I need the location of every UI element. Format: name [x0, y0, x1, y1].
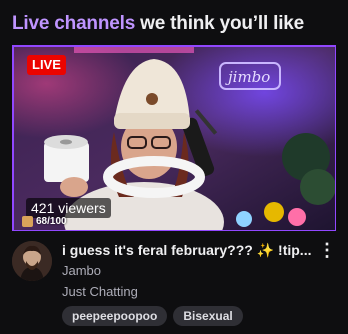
stream-category[interactable]: Just Chatting [62, 284, 138, 299]
stream-tags: peepeepoopoo Bisexual [62, 306, 243, 326]
svg-text:jimbo: jimbo [225, 68, 270, 86]
stream-title[interactable]: i guess it's feral february??? ✨ !tip... [62, 241, 314, 259]
recommended-channels-section: Live channels we think you’ll like jimbo… [0, 0, 348, 334]
tag-pill[interactable]: Bisexual [173, 306, 243, 326]
live-badge: LIVE [27, 55, 66, 75]
section-heading-rest: we think you’ll like [135, 13, 305, 34]
channel-avatar[interactable] [12, 241, 52, 281]
overlay-goal-text: 68/100 [36, 216, 67, 227]
viewer-count: 421 viewers [26, 198, 111, 218]
section-heading: Live channels we think you’ll like [12, 13, 304, 35]
tag-pill[interactable]: peepeepoopoo [62, 306, 168, 326]
overlay-goal-icon [22, 216, 33, 227]
channel-name[interactable]: Jambo [62, 263, 101, 278]
section-heading-link[interactable]: Live channels [12, 13, 135, 34]
vertical-ellipsis-icon[interactable]: ⋮ [318, 240, 336, 260]
stream-overlay-counter: 68/100 [22, 216, 67, 227]
avatar-image [12, 241, 52, 281]
